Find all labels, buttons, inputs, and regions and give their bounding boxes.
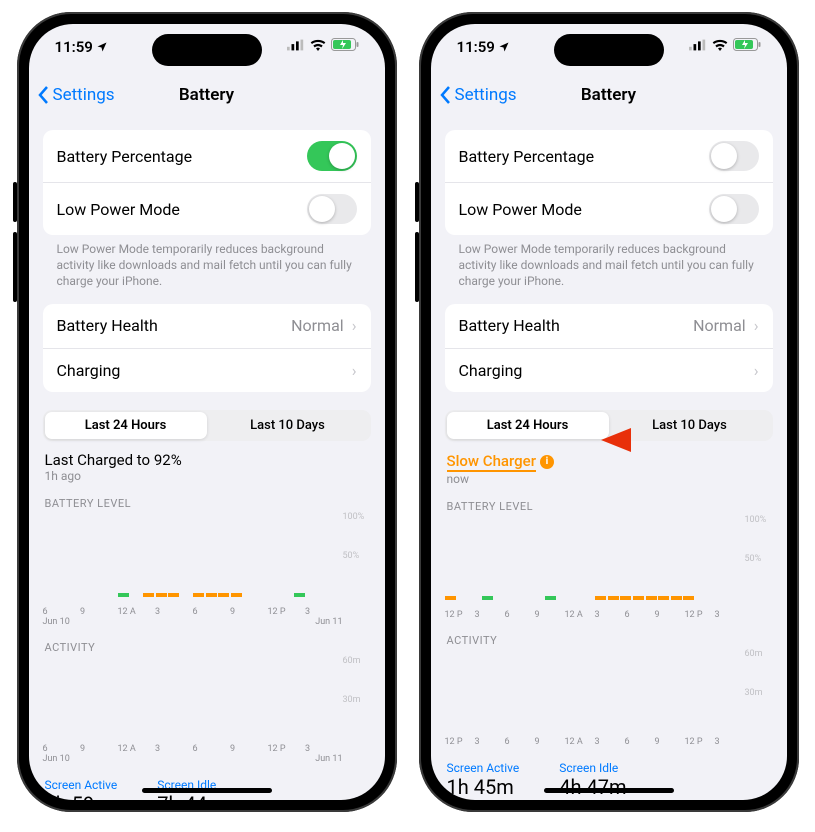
signal-icon: [689, 39, 707, 51]
row-lowpower[interactable]: Low Power Mode: [445, 182, 773, 235]
info-icon: i: [540, 455, 554, 469]
row-label: Battery Percentage: [459, 147, 595, 166]
wifi-icon: [712, 39, 728, 51]
page-title: Battery: [179, 85, 234, 105]
group-toggles: Battery Percentage Low Power Mode: [445, 130, 773, 235]
row-label: Charging: [57, 361, 121, 380]
charging-strip: [43, 593, 371, 597]
row-charging[interactable]: Charging ›: [43, 348, 371, 392]
status-time: 11:59: [457, 38, 495, 56]
battery-icon: [331, 38, 359, 51]
phone-right: 11:59 Settings Battery Battery Percentag…: [419, 12, 799, 812]
dynamic-island: [152, 34, 262, 66]
toggle-lowpower[interactable]: [709, 194, 759, 224]
charge-sub: now: [447, 472, 771, 486]
back-label: Settings: [53, 85, 115, 105]
toggle-percentage[interactable]: [709, 141, 759, 171]
dynamic-island: [554, 34, 664, 66]
section-activity: ACTIVITY: [445, 634, 773, 647]
lowpower-footer: Low Power Mode temporarily reduces backg…: [43, 235, 371, 290]
chevron-right-icon: ›: [352, 361, 357, 380]
status-time: 11:59: [55, 38, 93, 56]
annotation-arrow: [601, 422, 741, 458]
slow-charger-label: Slow Charger: [447, 452, 537, 472]
charge-label: Last Charged to 92%: [45, 451, 369, 469]
battery-icon: [733, 38, 761, 51]
stat-active: Screen Active 1h 45m: [447, 761, 520, 799]
health-value: Normal: [291, 316, 344, 335]
row-charging[interactable]: Charging ›: [445, 348, 773, 392]
back-button[interactable]: Settings: [37, 85, 115, 105]
chevron-left-icon: [439, 85, 451, 105]
toggle-percentage[interactable]: [307, 141, 357, 171]
location-icon: [498, 41, 510, 53]
group-health: Battery Health Normal › Charging ›: [445, 304, 773, 392]
nav-bar: Settings Battery: [29, 74, 385, 116]
page-title: Battery: [581, 85, 636, 105]
chevron-right-icon: ›: [352, 316, 357, 335]
charging-strip: [445, 596, 773, 600]
group-health: Battery Health Normal › Charging ›: [43, 304, 371, 392]
row-label: Battery Percentage: [57, 147, 193, 166]
x-axis: 6912 A36912 P3: [43, 607, 371, 617]
row-lowpower[interactable]: Low Power Mode: [43, 182, 371, 235]
group-toggles: Battery Percentage Low Power Mode: [43, 130, 371, 235]
chevron-left-icon: [37, 85, 49, 105]
battery-level-chart: 100%50%: [43, 512, 371, 590]
row-health[interactable]: Battery Health Normal ›: [445, 304, 773, 348]
row-label: Low Power Mode: [57, 200, 180, 219]
activity-chart: 60m30m: [445, 649, 773, 727]
stat-active: Screen Active 4h 59m: [45, 778, 118, 800]
content: Battery Percentage Low Power Mode Low Po…: [431, 116, 787, 800]
charge-sub: 1h ago: [45, 469, 369, 483]
phone-left: 11:59 Settings Battery Battery Percentag…: [17, 12, 397, 812]
row-label: Charging: [459, 361, 523, 380]
battery-level-chart: 100%50%: [445, 515, 773, 593]
screen: 11:59 Settings Battery Battery Percentag…: [29, 24, 385, 800]
section-battery-level: BATTERY LEVEL: [445, 500, 773, 513]
chevron-right-icon: ›: [754, 316, 759, 335]
home-indicator[interactable]: [544, 788, 674, 793]
row-percentage[interactable]: Battery Percentage: [43, 130, 371, 182]
location-icon: [96, 41, 108, 53]
activity-chart: 60m30m: [43, 656, 371, 734]
chevron-right-icon: ›: [754, 361, 759, 380]
seg-10d[interactable]: Last 10 Days: [207, 412, 369, 439]
row-label: Battery Health: [57, 316, 158, 335]
row-label: Battery Health: [459, 316, 560, 335]
back-label: Settings: [455, 85, 517, 105]
seg-24h[interactable]: Last 24 Hours: [447, 412, 609, 439]
charge-status: Last Charged to 92% 1h ago: [43, 451, 371, 483]
signal-icon: [287, 39, 305, 51]
health-value: Normal: [693, 316, 746, 335]
row-percentage[interactable]: Battery Percentage: [445, 130, 773, 182]
wifi-icon: [310, 39, 326, 51]
seg-24h[interactable]: Last 24 Hours: [45, 412, 207, 439]
toggle-lowpower[interactable]: [307, 194, 357, 224]
row-health[interactable]: Battery Health Normal ›: [43, 304, 371, 348]
home-indicator[interactable]: [142, 788, 272, 793]
content: Battery Percentage Low Power Mode Low Po…: [29, 116, 385, 800]
row-label: Low Power Mode: [459, 200, 582, 219]
section-activity: ACTIVITY: [43, 641, 371, 654]
segmented-control[interactable]: Last 24 Hours Last 10 Days: [43, 410, 371, 441]
screen: 11:59 Settings Battery Battery Percentag…: [431, 24, 787, 800]
nav-bar: Settings Battery: [431, 74, 787, 116]
back-button[interactable]: Settings: [439, 85, 517, 105]
section-battery-level: BATTERY LEVEL: [43, 497, 371, 510]
lowpower-footer: Low Power Mode temporarily reduces backg…: [445, 235, 773, 290]
